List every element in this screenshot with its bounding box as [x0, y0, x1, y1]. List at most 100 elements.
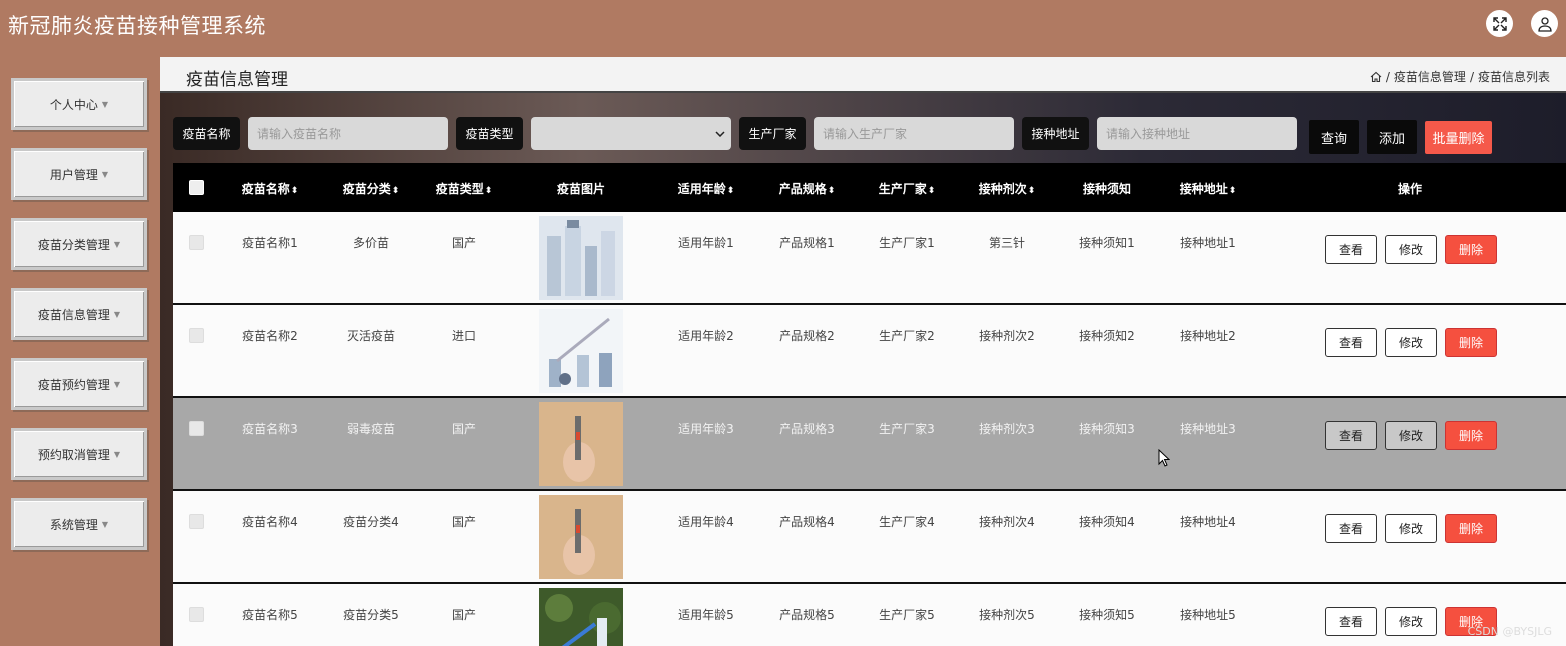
- table-row[interactable]: 疫苗名称1 多价苗 国产 适用年龄1 产品规格1 生产厂家1 第三针 接种须知1…: [173, 212, 1566, 305]
- col-vaccine-name[interactable]: 疫苗名称⬍: [242, 180, 299, 197]
- sidebar-item-vaccine-category[interactable]: 疫苗分类管理 ▼: [11, 218, 147, 270]
- vaccine-type-select[interactable]: [531, 117, 731, 150]
- cell-manufacturer: 生产厂家4: [879, 515, 935, 529]
- sidebar-item-label: 预约取消管理: [37, 447, 110, 462]
- delete-button[interactable]: 删除: [1445, 421, 1497, 450]
- delete-button[interactable]: 删除: [1445, 235, 1497, 264]
- batch-delete-button[interactable]: 批量删除: [1425, 121, 1492, 154]
- vaccine-image: [539, 402, 623, 486]
- table-row[interactable]: 疫苗名称5 疫苗分类5 国产 适用年龄5 产品规格5 生产厂家5 接种剂次5 接…: [173, 584, 1566, 646]
- cell-manufacturer: 生产厂家5: [879, 608, 935, 622]
- sidebar-item-personal-center[interactable]: 个人中心 ▼: [11, 78, 147, 130]
- table-row[interactable]: 疫苗名称2 灭活疫苗 进口 适用年龄2 产品规格2 生产厂家2 接种剂次2 接种…: [173, 305, 1566, 398]
- cell-type: 国产: [451, 422, 477, 436]
- col-site[interactable]: 接种地址⬍: [1180, 180, 1237, 197]
- cell-dose: 接种剂次5: [979, 608, 1035, 622]
- sidebar-item-vaccine-info[interactable]: 疫苗信息管理 ▼: [11, 288, 147, 340]
- vaccine-image: [539, 216, 623, 300]
- table-row[interactable]: 疫苗名称4 疫苗分类4 国产 适用年龄4 产品规格4 生产厂家4 接种剂次4 接…: [173, 491, 1566, 584]
- cell-site: 接种地址2: [1180, 329, 1236, 343]
- cell-type: 国产: [451, 608, 477, 622]
- watermark: CSDN @BYSJLG: [1467, 625, 1552, 638]
- view-button[interactable]: 查看: [1325, 607, 1377, 636]
- col-manufacturer[interactable]: 生产厂家⬍: [879, 180, 936, 197]
- col-age[interactable]: 适用年龄⬍: [678, 180, 735, 197]
- cell-name: 疫苗名称3: [242, 422, 298, 436]
- query-button[interactable]: 查询: [1309, 120, 1359, 154]
- sort-icon: ⬍: [827, 186, 836, 196]
- col-actions: 操作: [1397, 182, 1423, 196]
- delete-button[interactable]: 删除: [1445, 514, 1497, 543]
- vaccine-name-label: 疫苗名称: [173, 117, 240, 150]
- sort-icon: ⬍: [290, 186, 299, 196]
- sidebar-item-label: 疫苗预约管理: [37, 377, 110, 392]
- cell-notice: 接种须知2: [1079, 329, 1135, 343]
- breadcrumb-separator: /: [1469, 69, 1474, 84]
- sort-icon: ⬍: [1228, 186, 1237, 196]
- cell-name: 疫苗名称2: [242, 329, 298, 343]
- cell-category: 疫苗分类4: [343, 515, 399, 529]
- sidebar-item-user-management[interactable]: 用户管理 ▼: [11, 148, 147, 200]
- cell-type: 国产: [451, 236, 477, 250]
- cell-site: 接种地址4: [1180, 515, 1236, 529]
- caret-down-icon: ▼: [101, 99, 109, 109]
- row-checkbox[interactable]: [189, 328, 204, 343]
- select-all-checkbox[interactable]: [189, 180, 204, 195]
- cell-notice: 接种须知1: [1079, 236, 1135, 250]
- row-checkbox[interactable]: [189, 607, 204, 622]
- home-icon[interactable]: [1370, 71, 1382, 83]
- caret-down-icon: ▼: [113, 239, 121, 249]
- top-bar: 新冠肺炎疫苗接种管理系统: [0, 0, 1566, 50]
- cell-type: 进口: [451, 329, 477, 343]
- view-button[interactable]: 查看: [1325, 328, 1377, 357]
- edit-button[interactable]: 修改: [1385, 607, 1437, 636]
- breadcrumb-item: 疫苗信息列表: [1477, 70, 1550, 84]
- view-button[interactable]: 查看: [1325, 514, 1377, 543]
- cell-spec: 产品规格2: [779, 329, 835, 343]
- chevron-down-icon: [715, 130, 725, 137]
- sidebar-item-label: 系统管理: [49, 517, 98, 532]
- row-checkbox[interactable]: [189, 235, 204, 250]
- caret-down-icon: ▼: [101, 169, 109, 179]
- breadcrumb-item[interactable]: 疫苗信息管理: [1394, 68, 1466, 85]
- col-dose[interactable]: 接种剂次⬍: [979, 180, 1036, 197]
- site-input[interactable]: 请输入接种地址: [1097, 117, 1297, 150]
- user-icon[interactable]: [1531, 10, 1558, 37]
- col-spec[interactable]: 产品规格⬍: [779, 180, 836, 197]
- cell-spec: 产品规格3: [779, 422, 835, 436]
- view-button[interactable]: 查看: [1325, 421, 1377, 450]
- cell-notice: 接种须知3: [1079, 422, 1135, 436]
- manufacturer-input[interactable]: 请输入生产厂家: [814, 117, 1014, 150]
- row-checkbox[interactable]: [189, 421, 204, 436]
- sort-icon: ⬍: [391, 186, 400, 196]
- caret-down-icon: ▼: [113, 449, 121, 459]
- cell-category: 疫苗分类5: [343, 608, 399, 622]
- edit-button[interactable]: 修改: [1385, 235, 1437, 264]
- cell-manufacturer: 生产厂家1: [879, 236, 935, 250]
- sort-icon: ⬍: [484, 186, 493, 196]
- sidebar-item-system[interactable]: 系统管理 ▼: [11, 498, 147, 550]
- col-type[interactable]: 疫苗类型⬍: [436, 180, 493, 197]
- caret-down-icon: ▼: [101, 519, 109, 529]
- page-title: 疫苗信息管理: [186, 70, 288, 90]
- row-checkbox[interactable]: [189, 514, 204, 529]
- cell-notice: 接种须知4: [1079, 515, 1135, 529]
- add-button[interactable]: 添加: [1367, 120, 1417, 154]
- cell-age: 适用年龄3: [678, 422, 734, 436]
- sort-icon: ⬍: [927, 186, 936, 196]
- edit-button[interactable]: 修改: [1385, 328, 1437, 357]
- cell-manufacturer: 生产厂家3: [879, 422, 935, 436]
- col-category[interactable]: 疫苗分类⬍: [343, 180, 400, 197]
- vaccine-name-input[interactable]: 请输入疫苗名称: [248, 117, 448, 150]
- sidebar-item-booking-cancel[interactable]: 预约取消管理 ▼: [11, 428, 147, 480]
- delete-button[interactable]: 删除: [1445, 328, 1497, 357]
- fullscreen-icon[interactable]: [1486, 10, 1513, 37]
- app-title: 新冠肺炎疫苗接种管理系统: [8, 14, 266, 38]
- view-button[interactable]: 查看: [1325, 235, 1377, 264]
- sidebar-item-vaccine-booking[interactable]: 疫苗预约管理 ▼: [11, 358, 147, 410]
- table-row[interactable]: 疫苗名称3 弱毒疫苗 国产 适用年龄3 产品规格3 生产厂家3 接种剂次3 接种…: [173, 398, 1566, 491]
- edit-button[interactable]: 修改: [1385, 421, 1437, 450]
- edit-button[interactable]: 修改: [1385, 514, 1437, 543]
- mouse-cursor-icon: [1158, 449, 1170, 467]
- cell-category: 多价苗: [352, 236, 390, 250]
